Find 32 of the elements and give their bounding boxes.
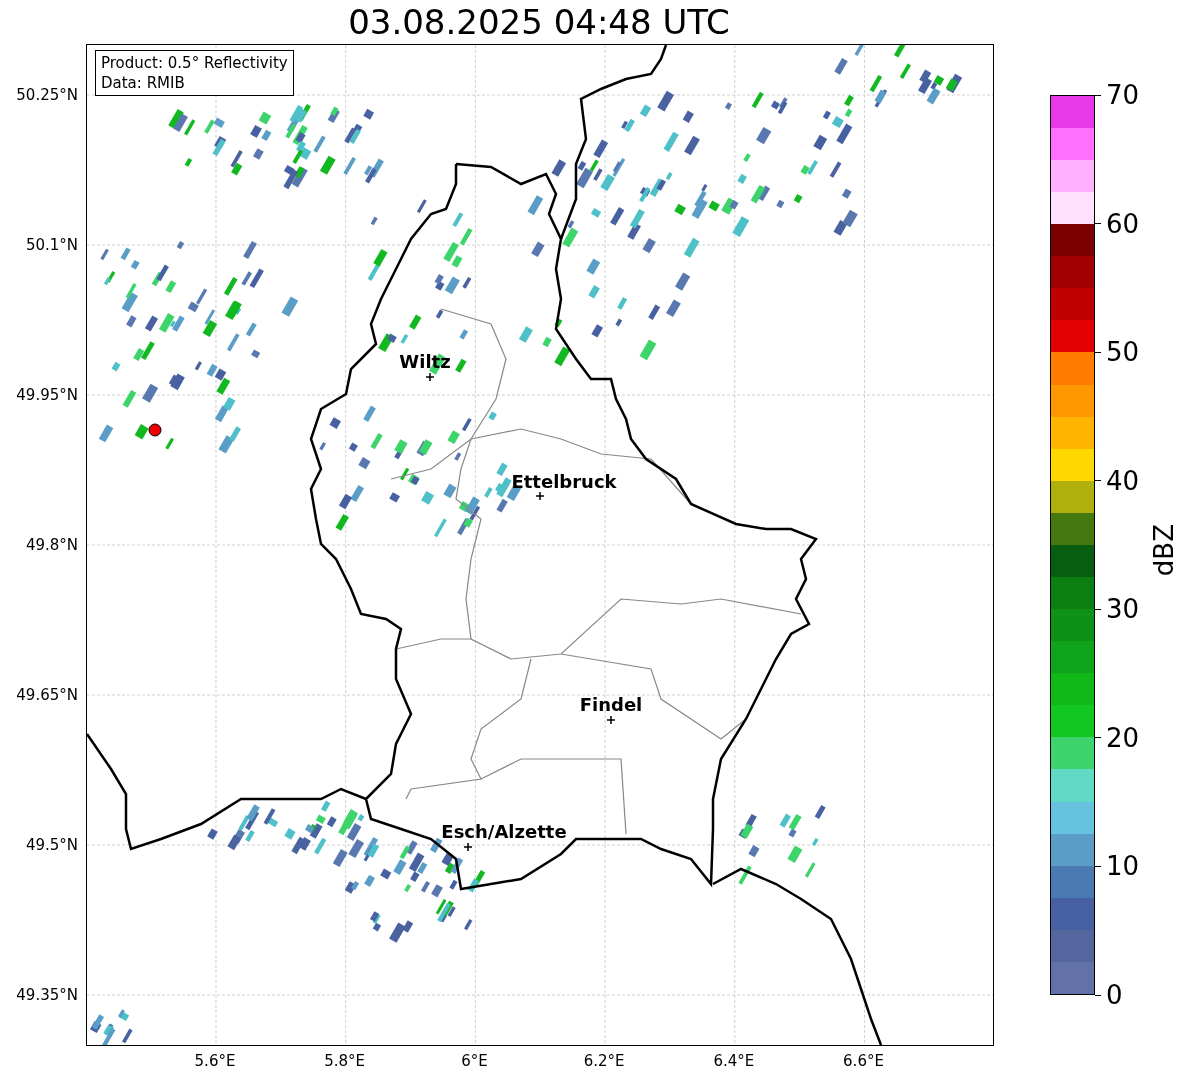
chart-title: 03.08.2025 04:48 UTC: [347, 1, 731, 44]
city-label: Findel: [579, 693, 643, 715]
latitude-label: 49.65°N: [16, 686, 78, 704]
city-marker-icon: [536, 492, 544, 500]
city-label: Esch/Alzette: [441, 820, 567, 842]
colorbar-tick-label: 60: [1106, 208, 1140, 239]
longitude-label: 6.4°E: [713, 1052, 755, 1070]
colorbar-tick-label: 0: [1106, 980, 1123, 1010]
colorbar-tick-label: 30: [1106, 594, 1140, 625]
colorbar-tick-label: 10: [1106, 851, 1140, 882]
latitude-label: 50.1°N: [25, 236, 78, 254]
colorbar-label: dBZ: [1149, 524, 1179, 577]
info-text: Product: 0.5° Reflectivity: [101, 53, 288, 73]
city-marker-icon: [607, 716, 615, 724]
longitude-label: 5.6°E: [194, 1052, 236, 1070]
city-marker-icon: [426, 373, 434, 381]
colorbar-tick-label: 50: [1106, 337, 1140, 368]
info-text: Data: RMIB: [101, 73, 186, 93]
longitude-label: 6.2°E: [583, 1052, 625, 1070]
latitude-label: 49.5°N: [25, 836, 78, 854]
latitude-label: 49.8°N: [25, 536, 78, 554]
latitude-label: 49.95°N: [16, 386, 78, 404]
longitude-label: 5.8°E: [324, 1052, 366, 1070]
longitude-label: 6°E: [461, 1052, 488, 1070]
colorbar-tick-label: 20: [1106, 722, 1140, 753]
colorbar-tick-label: 40: [1106, 465, 1140, 496]
longitude-label: 6.6°E: [843, 1052, 884, 1070]
colorbar-tick-label: 70: [1106, 80, 1140, 110]
latitude-label: 50.25°N: [16, 86, 78, 104]
city-marker-icon: [464, 843, 472, 851]
latitude-label: 49.35°N: [16, 986, 78, 1004]
city-label: Ettelbruck: [511, 470, 617, 492]
